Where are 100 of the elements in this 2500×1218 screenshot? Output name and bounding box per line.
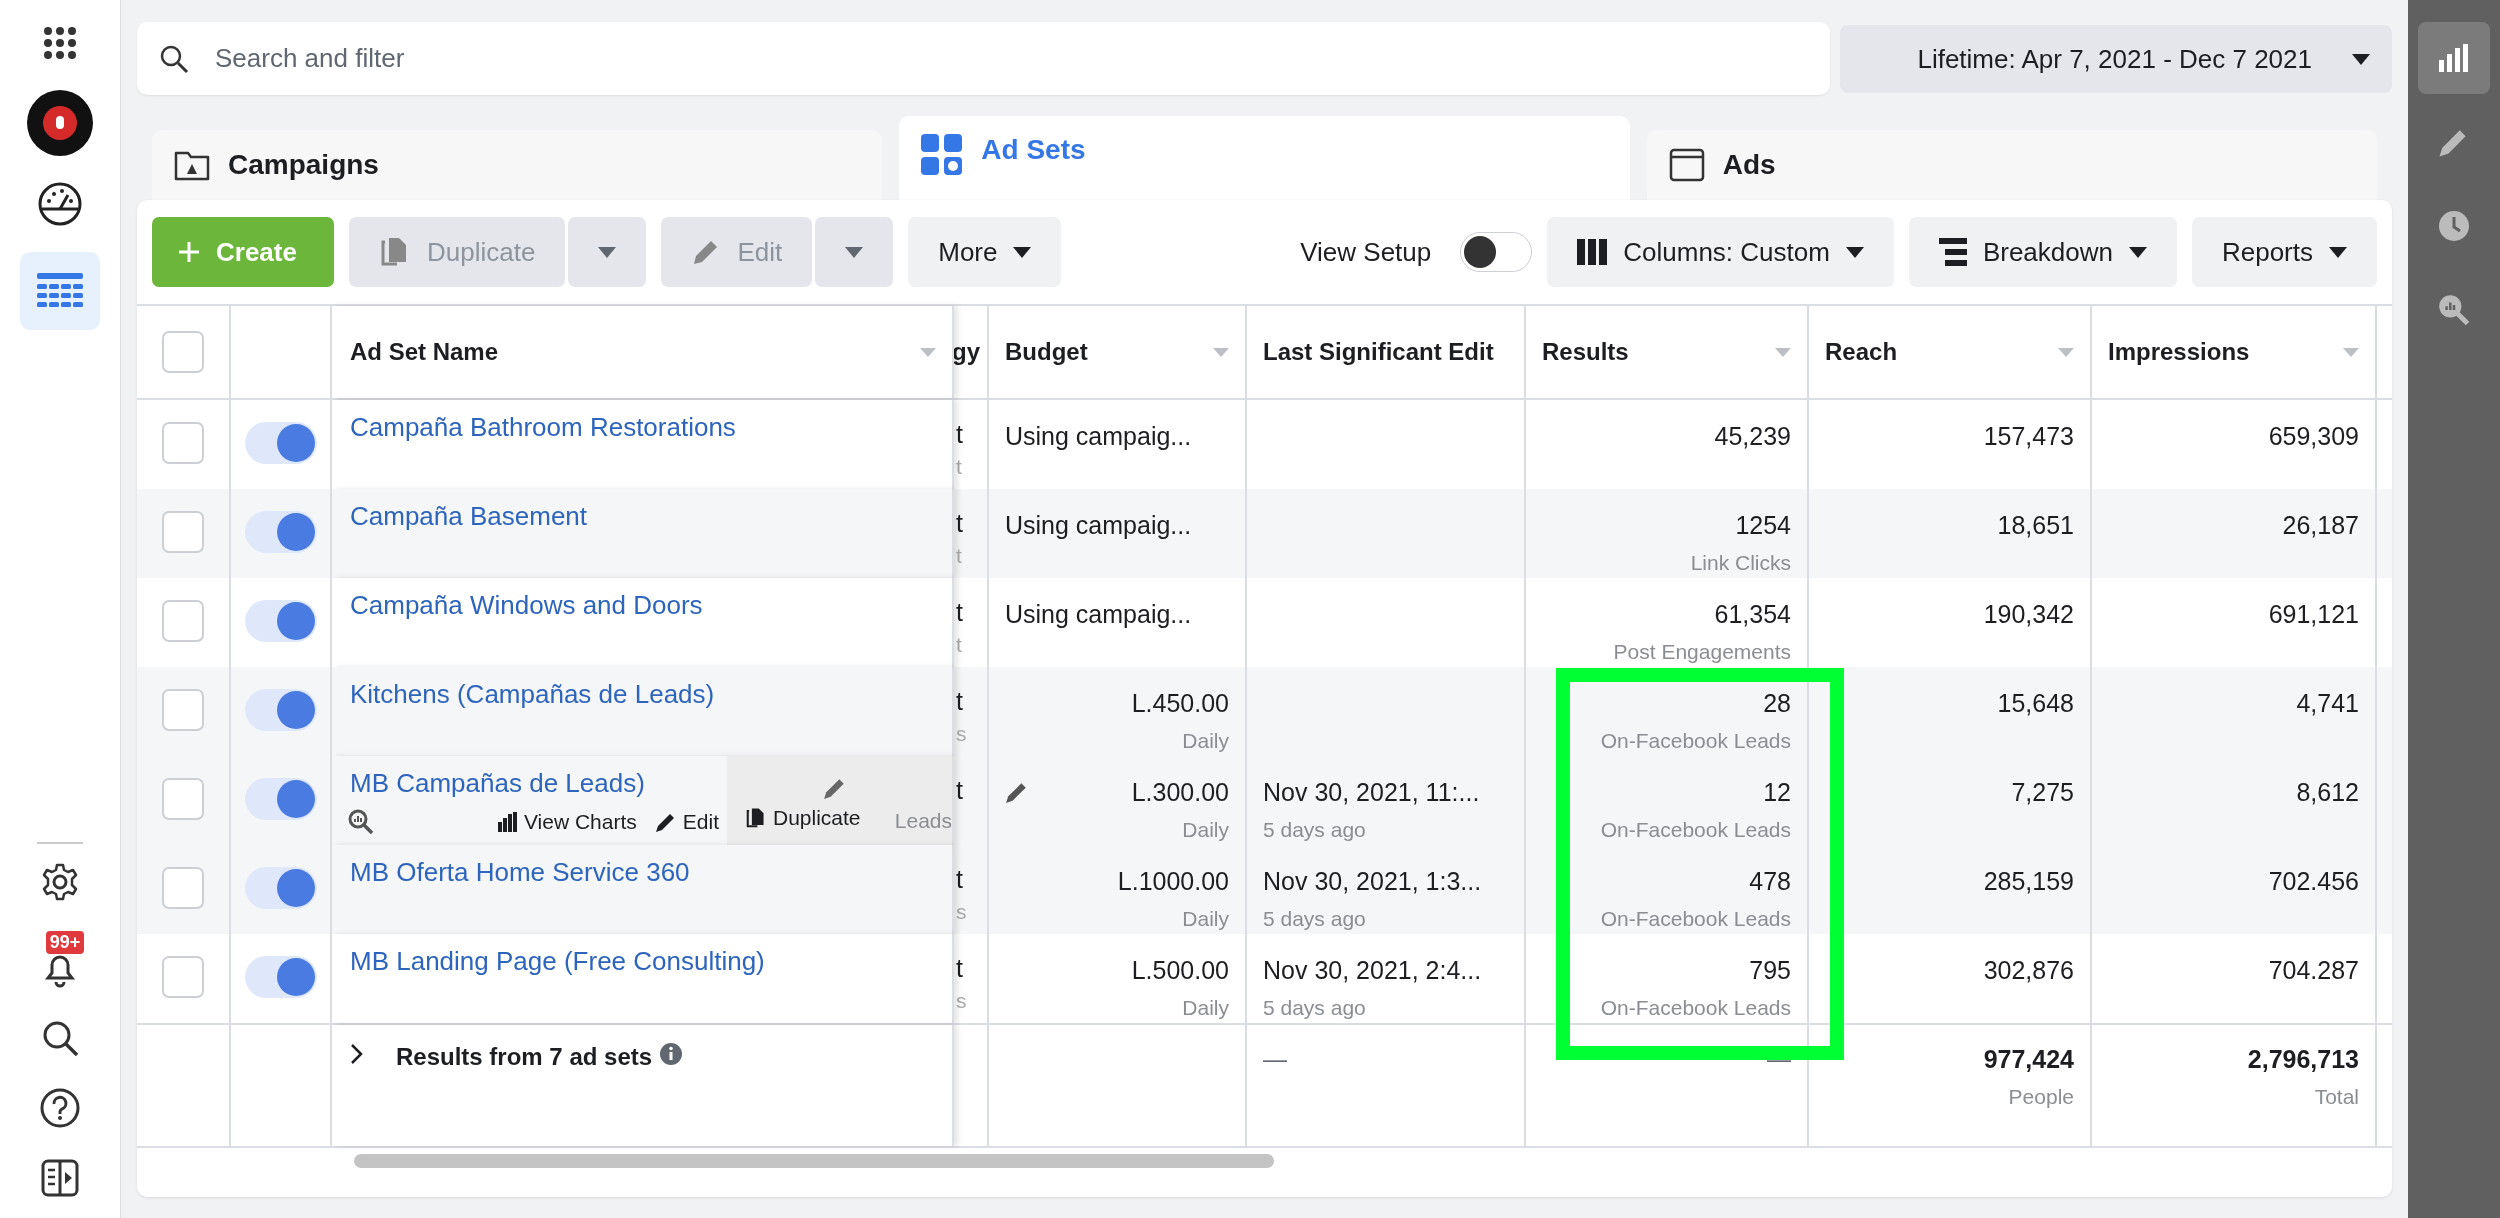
row-checkbox[interactable] bbox=[162, 956, 204, 998]
result-type: Post Engagements bbox=[1613, 640, 1791, 664]
info-icon[interactable] bbox=[660, 1043, 683, 1065]
plus-icon bbox=[178, 241, 200, 263]
table-cell-text: t bbox=[956, 687, 964, 716]
caret-icon bbox=[845, 246, 864, 258]
row-checkbox[interactable] bbox=[162, 422, 204, 464]
table-cell-text: s bbox=[956, 900, 968, 924]
column-header[interactable]: Impressions bbox=[2108, 338, 2250, 366]
results-cell: 795 bbox=[1749, 956, 1791, 985]
caret-icon bbox=[2352, 53, 2370, 65]
pencil-icon[interactable] bbox=[1005, 780, 1029, 804]
result-type: On-Facebook Leads bbox=[1600, 729, 1791, 753]
ad-set-name-link[interactable]: MB Campañas de Leads) bbox=[350, 768, 645, 799]
reach-cell: 157,473 bbox=[1983, 422, 2074, 451]
total-unit: Total bbox=[2314, 1085, 2359, 1109]
reach-cell: 302,876 bbox=[1983, 956, 2074, 985]
reports-dropdown[interactable]: Reports bbox=[2191, 217, 2377, 287]
budget-cell-text: Using campaig... bbox=[1005, 600, 1193, 629]
tab[interactable]: Ads bbox=[1646, 130, 2377, 200]
select-all-checkbox[interactable] bbox=[162, 331, 204, 373]
table-cell-text: s bbox=[956, 989, 968, 1013]
ad-set-name-link[interactable]: Campaña Windows and Doors bbox=[350, 590, 703, 621]
table-cell-text: t bbox=[956, 455, 963, 479]
caret-icon bbox=[2329, 246, 2347, 258]
impressions-cell: 4,741 bbox=[2296, 689, 2359, 718]
expand-chevron-icon[interactable] bbox=[350, 1043, 364, 1065]
table-nav-item[interactable] bbox=[20, 252, 100, 330]
column-header[interactable]: Budget bbox=[1005, 338, 1088, 366]
duplicate-action[interactable]: Duplicate Leads bbox=[727, 756, 952, 845]
cut-off-text: Leads bbox=[894, 809, 952, 833]
pencil-icon bbox=[654, 811, 677, 833]
edit-link[interactable]: Edit bbox=[654, 810, 719, 834]
date-range-dropdown[interactable]: Lifetime: Apr 7, 2021 - Dec 7 2021 bbox=[1840, 25, 2392, 93]
columns-icon bbox=[1577, 239, 1608, 265]
results-cell: 45,239 bbox=[1714, 422, 1791, 451]
status-switch[interactable] bbox=[244, 778, 317, 820]
table-cell-text: t bbox=[956, 865, 964, 894]
last-edit-age: 5 days ago bbox=[1263, 818, 1367, 842]
row-checkbox[interactable] bbox=[162, 689, 204, 731]
result-type: On-Facebook Leads bbox=[1600, 818, 1791, 842]
window-icon bbox=[1668, 148, 1705, 182]
status-switch[interactable] bbox=[244, 422, 317, 464]
row-checkbox[interactable] bbox=[162, 511, 204, 553]
search-field[interactable]: Search and filter bbox=[137, 22, 1830, 95]
gauge-icon bbox=[37, 181, 83, 227]
results-cell: 1254 bbox=[1735, 511, 1791, 540]
ad-set-name-link[interactable]: MB Landing Page (Free Consulting) bbox=[350, 946, 765, 977]
last-edit-cell-text: Nov 30, 2021, 2:4... bbox=[1263, 956, 1483, 985]
impressions-cell: 659,309 bbox=[2268, 422, 2359, 451]
budget-period: Daily bbox=[1182, 907, 1229, 931]
more-button[interactable]: More bbox=[908, 217, 1062, 287]
status-switch[interactable] bbox=[244, 867, 317, 909]
table-cell-text: t bbox=[956, 633, 963, 657]
column-header[interactable]: Last Significant Edit bbox=[1263, 338, 1494, 366]
tab-label: Campaigns bbox=[228, 149, 379, 181]
caret-icon bbox=[598, 246, 617, 258]
row-checkbox[interactable] bbox=[162, 867, 204, 909]
impressions-cell: 702.456 bbox=[2268, 867, 2359, 896]
status-switch[interactable] bbox=[244, 689, 317, 731]
status-switch[interactable] bbox=[244, 600, 317, 642]
budget-cell: L.450.00 bbox=[1131, 689, 1229, 718]
apps-icon bbox=[42, 24, 78, 61]
column-header[interactable]: Reach bbox=[1825, 338, 1898, 366]
inspect-icon[interactable] bbox=[348, 809, 374, 835]
breakdown-dropdown[interactable]: Breakdown bbox=[1908, 217, 2177, 287]
row-checkbox[interactable] bbox=[162, 778, 204, 820]
view-charts-link[interactable]: View Charts bbox=[498, 810, 637, 834]
results-summary-label: Results from 7 ad sets bbox=[396, 1043, 653, 1071]
notifications-nav-item[interactable]: 99+ bbox=[20, 929, 100, 990]
notification-badge: 99+ bbox=[45, 931, 85, 954]
budget-cell: L.500.00 bbox=[1131, 956, 1229, 985]
search-icon bbox=[159, 43, 189, 74]
ad-set-name-link[interactable]: Campaña Bathroom Restorations bbox=[350, 412, 736, 443]
status-switch[interactable] bbox=[244, 956, 317, 998]
view-setup-switch[interactable] bbox=[1460, 232, 1533, 272]
columns-dropdown[interactable]: Columns: Custom bbox=[1547, 217, 1894, 287]
table-icon bbox=[37, 273, 83, 309]
budget-cell: L.1000.00 bbox=[1117, 867, 1229, 896]
row-checkbox[interactable] bbox=[162, 600, 204, 642]
inspect-icon bbox=[2438, 294, 2470, 326]
chart-panel-button[interactable] bbox=[2418, 22, 2490, 94]
ad-set-name-link[interactable]: Kitchens (Campañas de Leads) bbox=[350, 679, 715, 710]
duplicate-link[interactable]: Duplicate bbox=[745, 806, 861, 830]
ad-set-name-link[interactable]: Campaña Basement bbox=[350, 501, 588, 532]
column-header[interactable]: Ad Set Name bbox=[350, 338, 499, 366]
search-input[interactable]: Search and filter bbox=[213, 42, 1808, 75]
tab[interactable]: Ad Sets bbox=[899, 116, 1630, 200]
caret-icon bbox=[2128, 246, 2147, 258]
settings-icon bbox=[40, 861, 80, 902]
ad-set-name-link[interactable]: MB Oferta Home Service 360 bbox=[350, 857, 690, 888]
table-cell-text: t bbox=[956, 420, 964, 449]
result-type: Link Clicks bbox=[1690, 551, 1791, 575]
avatar-icon bbox=[27, 90, 93, 156]
scrollbar-thumb[interactable] bbox=[354, 1154, 1274, 1168]
caret-icon bbox=[1013, 246, 1032, 258]
column-header[interactable]: Results bbox=[1542, 338, 1629, 366]
status-switch[interactable] bbox=[244, 511, 317, 553]
last-edit-cell-text: Nov 30, 2021, 1:3... bbox=[1263, 867, 1483, 896]
tab[interactable]: Campaigns bbox=[152, 130, 883, 200]
